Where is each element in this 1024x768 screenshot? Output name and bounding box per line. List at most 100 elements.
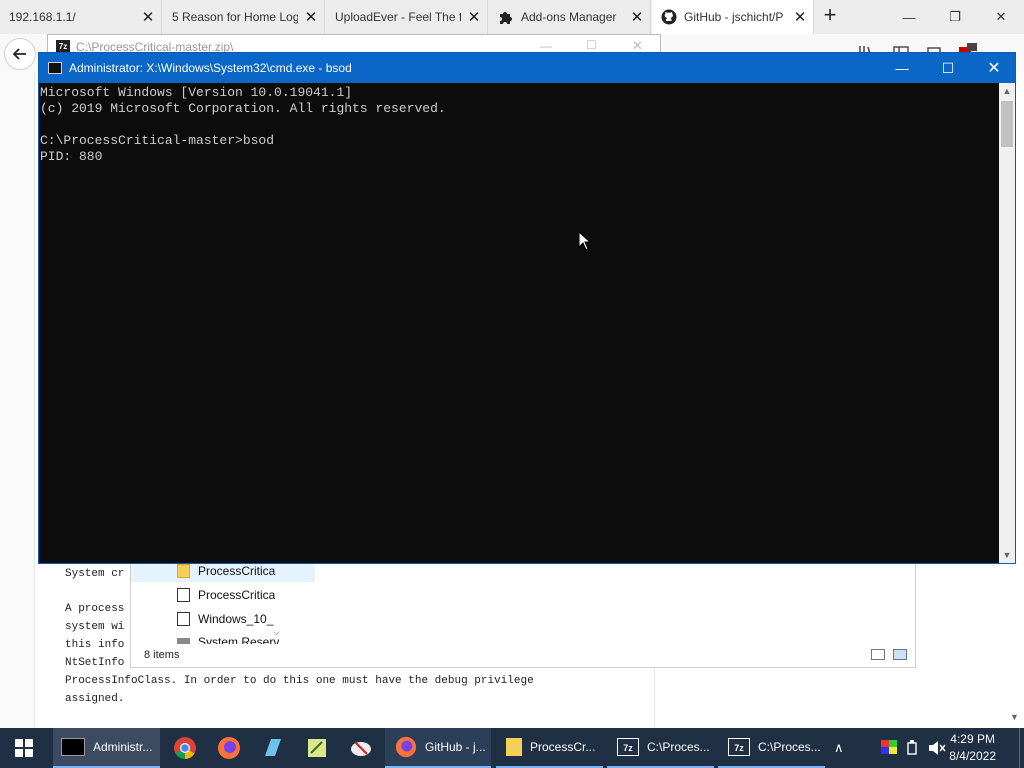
taskbar-item-label: Administr...	[93, 740, 153, 754]
taskbar-item-label: C:\Proces...	[647, 740, 710, 754]
tab-close-icon[interactable]: ✕	[461, 8, 487, 26]
tab-label: 192.168.1.1/	[9, 10, 76, 24]
console-line: Microsoft Windows [Version 10.0.19041.1]	[40, 85, 353, 100]
tab-label: UploadEver - Feel The f	[335, 10, 461, 24]
tab-github[interactable]: GitHub - jschicht/P ✕	[652, 0, 814, 34]
windows-logo-icon	[15, 739, 33, 757]
7zip-archive-icon	[177, 588, 190, 602]
cmd-title-bar[interactable]: Administrator: X:\Windows\System32\cmd.e…	[39, 53, 1015, 83]
taskbar-item-firefox-github[interactable]: GitHub - j...	[385, 728, 491, 768]
taskbar-item-7zip-2[interactable]: 7z C:\Proces...	[718, 728, 825, 768]
chevron-down-icon[interactable]: ⌵	[273, 627, 280, 638]
notepad-icon[interactable]	[261, 736, 285, 760]
console-line: ​	[40, 117, 999, 133]
page-text-line: A process	[65, 603, 125, 615]
chrome-icon[interactable]	[173, 736, 197, 760]
browser-tab-strip: 192.168.1.1/ ✕ 5 Reason for Home Log ✕ U…	[0, 0, 1024, 34]
page-text-line: system wi	[65, 621, 125, 633]
taskbar-item-cmd[interactable]: Administr...	[53, 728, 160, 768]
folder-icon	[177, 564, 190, 578]
restore-icon[interactable]: ☐	[586, 38, 597, 52]
7zip-app-icon: 7z	[617, 738, 639, 756]
chevron-up-icon[interactable]: ∧	[834, 740, 844, 756]
scroll-up-arrow-icon[interactable]: ▲	[999, 83, 1015, 99]
taskbar-item-label: ProcessCr...	[530, 740, 596, 754]
folder-icon	[506, 738, 522, 756]
console-line: (c) 2019 Microsoft Corporation. All righ…	[40, 101, 446, 116]
system-clock[interactable]: 4:29 PM 8/4/2022	[949, 731, 996, 765]
minimize-icon[interactable]: —	[540, 39, 552, 53]
console-line: PID: 880	[40, 149, 103, 164]
cmd-app-icon	[48, 62, 62, 74]
status-item-count: 8 items	[144, 649, 180, 661]
details-view-icon[interactable]	[871, 649, 885, 660]
start-button[interactable]	[0, 728, 48, 768]
cmd-window[interactable]: Administrator: X:\Windows\System32\cmd.e…	[38, 52, 1016, 564]
show-desktop-button[interactable]	[1019, 728, 1024, 768]
drive-icon	[177, 638, 190, 644]
paint-app-icon[interactable]	[349, 736, 373, 760]
tab-addons-manager[interactable]: Add-ons Manager ✕	[489, 0, 651, 34]
tab-router[interactable]: 192.168.1.1/ ✕	[0, 0, 162, 34]
tab-close-icon[interactable]: ✕	[787, 8, 813, 26]
page-text-line: this info	[65, 639, 125, 651]
taskbar-item-7zip-1[interactable]: 7z C:\Proces...	[607, 728, 714, 768]
tab-home-log[interactable]: 5 Reason for Home Log ✕	[163, 0, 325, 34]
page-text-line: System cr	[65, 568, 125, 580]
puzzle-piece-icon	[497, 8, 515, 26]
back-button[interactable]	[4, 38, 36, 70]
cmd-app-icon	[61, 738, 85, 756]
file-name: ProcessCritica	[198, 564, 276, 578]
left-pane	[0, 72, 35, 728]
clock-date: 8/4/2022	[949, 749, 996, 763]
github-icon	[660, 8, 678, 26]
7zip-app-icon: 7z	[728, 738, 750, 756]
usb-drive-icon[interactable]	[906, 739, 918, 755]
list-item[interactable]: Windows_10_	[177, 608, 273, 630]
tab-close-icon[interactable]: ✕	[624, 8, 650, 26]
list-item[interactable]: System Reserv	[177, 632, 279, 644]
console-scrollbar[interactable]: ▲ ▼	[999, 83, 1015, 563]
restore-icon[interactable]: ❐	[932, 0, 978, 34]
editor-app-icon[interactable]	[305, 736, 329, 760]
tab-label: 5 Reason for Home Log	[172, 10, 298, 24]
list-item[interactable]: ProcessCritica	[177, 584, 275, 606]
scroll-down-arrow-icon[interactable]: ▼	[1010, 712, 1019, 722]
taskbar-item-explorer[interactable]: ProcessCr...	[496, 728, 603, 768]
volume-muted-icon[interactable]	[928, 740, 946, 756]
close-icon[interactable]: ✕	[978, 0, 1024, 34]
minimize-icon[interactable]: —	[886, 0, 932, 34]
taskbar-item-label: C:\Proces...	[758, 740, 821, 754]
mouse-cursor-icon	[578, 230, 592, 251]
firefox-icon	[395, 736, 417, 758]
taskbar: Administr... GitHub - j... ProcessCr... …	[0, 728, 1024, 768]
firefox-icon[interactable]	[217, 736, 241, 760]
file-name: System Reserv	[198, 635, 280, 644]
scrollbar-thumb[interactable]	[1001, 101, 1013, 147]
page-text-line: ProcessInfoClass. In order to do this on…	[65, 675, 534, 687]
7zip-archive-icon	[177, 612, 190, 626]
tab-close-icon[interactable]: ✕	[135, 8, 161, 26]
close-icon[interactable]: ✕	[971, 53, 1017, 83]
display-settings-icon[interactable]	[881, 740, 897, 754]
page-text-line: assigned.	[65, 693, 125, 705]
minimize-icon[interactable]: —	[879, 53, 925, 83]
tab-label: GitHub - jschicht/P	[684, 10, 784, 24]
scroll-down-arrow-icon[interactable]: ▼	[999, 547, 1015, 563]
window-title: Administrator: X:\Windows\System32\cmd.e…	[69, 61, 352, 75]
taskbar-item-label: GitHub - j...	[425, 740, 486, 754]
console-output[interactable]: Microsoft Windows [Version 10.0.19041.1]…	[39, 83, 999, 563]
large-icons-view-icon[interactable]	[893, 649, 907, 660]
file-name: Windows_10_	[198, 612, 274, 626]
page-text-line: NtSetInfo	[65, 657, 125, 669]
arrow-left-icon	[12, 48, 26, 60]
file-explorer-window[interactable]: ProcessCritica ProcessCritica Windows_10…	[130, 560, 916, 668]
tab-label: Add-ons Manager	[521, 10, 617, 24]
new-tab-button[interactable]: +	[818, 4, 842, 28]
console-line: C:\ProcessCritical-master>bsod	[40, 133, 275, 148]
clock-time: 4:29 PM	[950, 732, 995, 746]
file-name: ProcessCritica	[198, 588, 276, 602]
tab-close-icon[interactable]: ✕	[298, 8, 324, 26]
maximize-icon[interactable]: ☐	[925, 53, 971, 83]
tab-uploadever[interactable]: UploadEver - Feel The f ✕	[326, 0, 488, 34]
